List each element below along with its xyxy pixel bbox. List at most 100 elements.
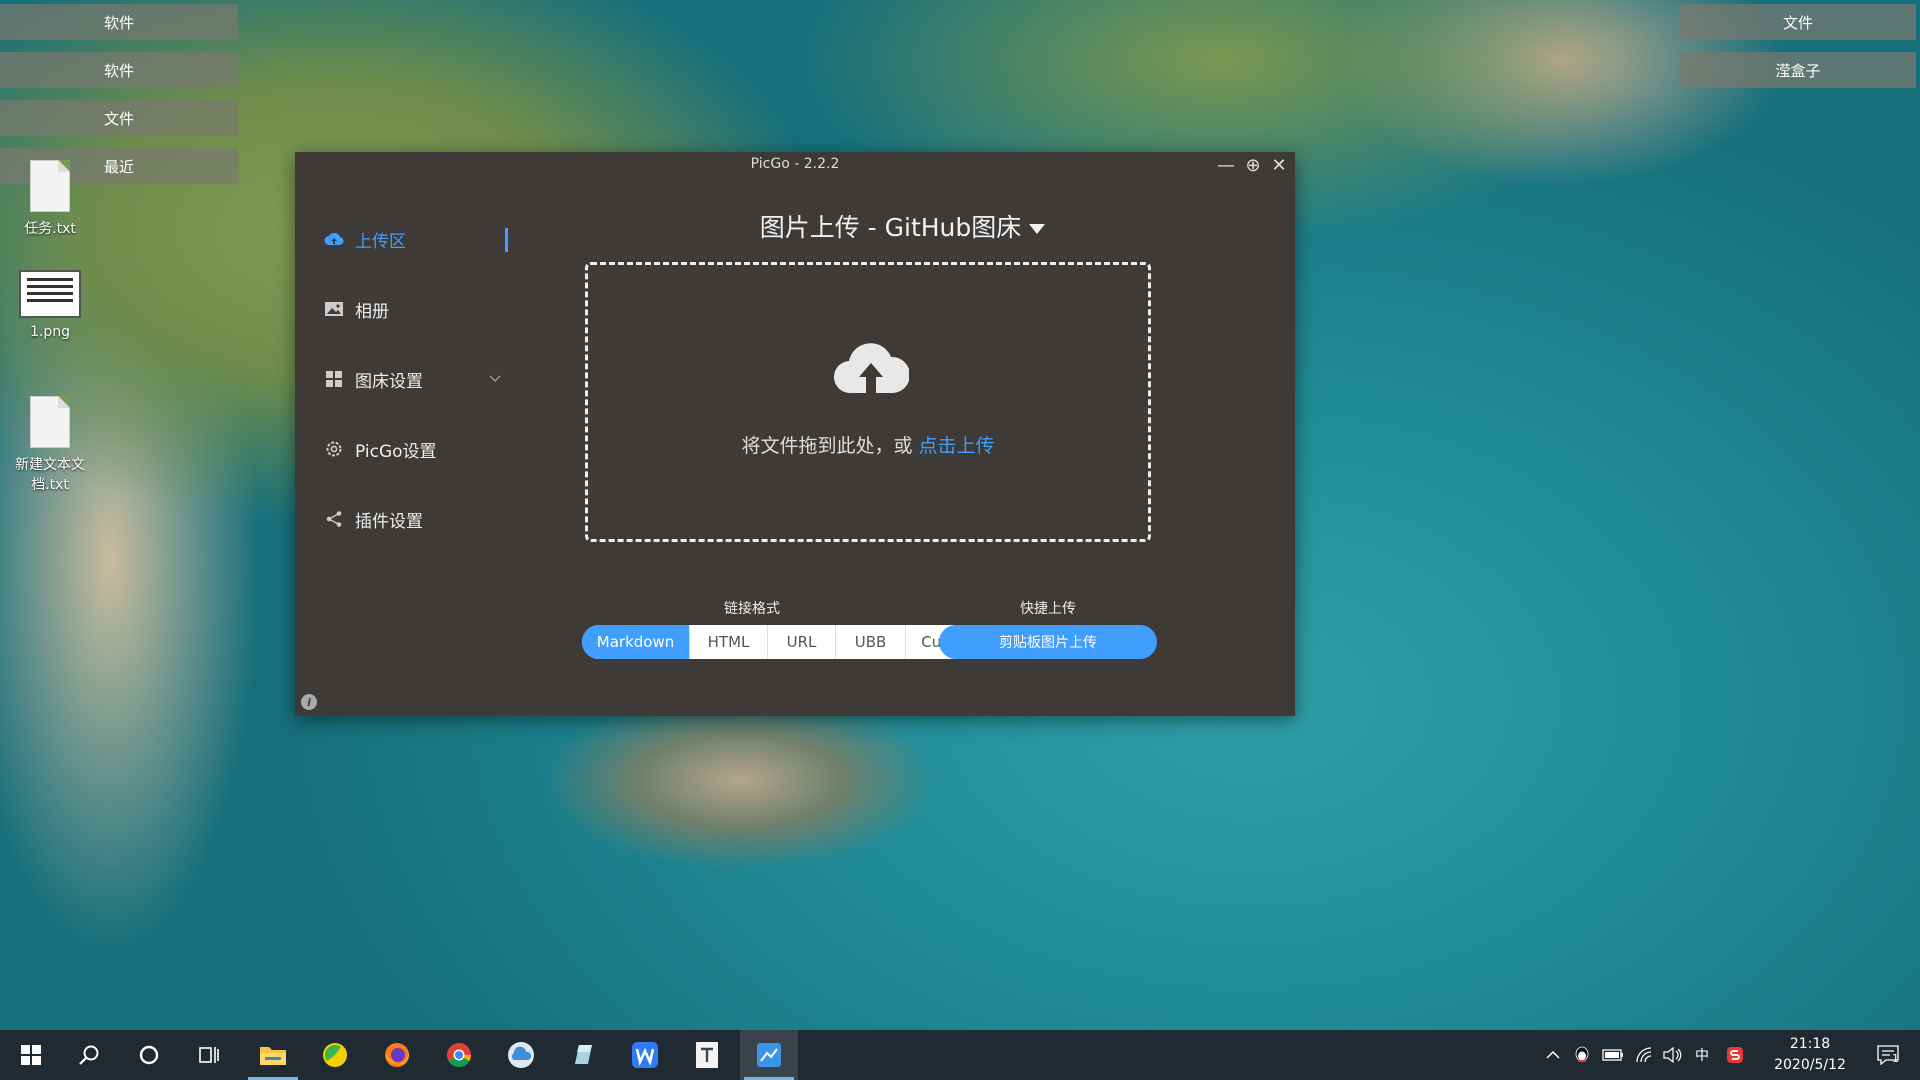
text-file-icon bbox=[30, 160, 70, 212]
clock-time: 21:18 bbox=[1789, 1036, 1831, 1052]
text-file-icon bbox=[30, 396, 70, 448]
sidebar-item-upload[interactable]: 上传区 bbox=[323, 224, 503, 254]
active-indicator bbox=[505, 228, 508, 252]
format-option-ubb[interactable]: UBB bbox=[836, 625, 906, 659]
clock-date: 2020/5/12 bbox=[1774, 1057, 1846, 1073]
taskbar-clock[interactable]: 21:18 2020/5/12 bbox=[1760, 1034, 1860, 1076]
drop-instruction: 将文件拖到此处，或 点击上传 bbox=[588, 431, 1148, 458]
sidebar-item-album[interactable]: 相册 bbox=[323, 294, 503, 324]
link-format-selector: Markdown HTML URL UBB Custom bbox=[582, 625, 994, 659]
app-circle-icon bbox=[323, 1043, 347, 1067]
desktop-icon-task-txt[interactable]: 任务.txt bbox=[0, 160, 100, 238]
format-option-html[interactable]: HTML bbox=[690, 625, 768, 659]
sidebar-item-label: 相册 bbox=[355, 301, 389, 322]
battery-icon bbox=[1602, 1049, 1623, 1061]
task-view-button[interactable] bbox=[180, 1030, 238, 1080]
taskbar-firefox[interactable] bbox=[368, 1030, 426, 1080]
desktop-icon-1-png[interactable]: 1.png bbox=[0, 270, 100, 340]
sidebar-item-label: 插件设置 bbox=[355, 511, 423, 532]
quick-upload-label: 快捷上传 bbox=[1020, 601, 1076, 617]
format-option-markdown[interactable]: Markdown bbox=[582, 625, 690, 659]
upload-heading: 图片上传 - GitHub图床 bbox=[510, 208, 1295, 244]
image-icon bbox=[323, 301, 345, 317]
taskbar-cloud-app[interactable] bbox=[492, 1030, 550, 1080]
taskbar-wps-writer[interactable] bbox=[616, 1030, 674, 1080]
upload-area: 图片上传 - GitHub图床 将文件拖到此处，或 点击上传 链接格式 Mark… bbox=[510, 178, 1295, 716]
chrome-icon bbox=[447, 1043, 471, 1068]
drop-zone[interactable]: 将文件拖到此处，或 点击上传 bbox=[585, 262, 1151, 542]
taskbar-typora[interactable] bbox=[678, 1030, 736, 1080]
upload-heading-text: 图片上传 - GitHub图床 bbox=[759, 213, 1022, 242]
cloud-upload-icon bbox=[323, 231, 345, 247]
taskbar-app-green[interactable] bbox=[306, 1030, 364, 1080]
desktop-icon-label: 新建文本文档.txt bbox=[15, 457, 85, 493]
desktop-label-software-1[interactable]: 软件 bbox=[0, 4, 238, 40]
chevron-down-icon bbox=[489, 371, 501, 387]
tray-volume[interactable] bbox=[1660, 1030, 1684, 1080]
search-icon bbox=[79, 1045, 99, 1065]
sidebar-item-picbed-settings[interactable]: 图床设置 bbox=[323, 364, 503, 394]
picgo-icon bbox=[757, 1043, 781, 1067]
firefox-icon bbox=[385, 1043, 409, 1067]
search-button[interactable] bbox=[60, 1030, 118, 1080]
folder-icon bbox=[260, 1047, 286, 1065]
window-title: PicGo - 2.2.2 bbox=[750, 156, 840, 172]
tray-qq[interactable] bbox=[1570, 1030, 1594, 1080]
title-bar[interactable]: PicGo - 2.2.2 — ⊕ ✕ bbox=[295, 152, 1295, 178]
desktop-icon-new-txt[interactable]: 新建文本文档.txt bbox=[0, 396, 100, 494]
link-format-label: 链接格式 bbox=[724, 601, 780, 617]
gear-icon bbox=[323, 439, 345, 459]
cloud-upload-icon bbox=[833, 337, 911, 401]
sidebar-item-plugin-settings[interactable]: 插件设置 bbox=[323, 504, 503, 534]
sidebar: 上传区 相册 图床设置 PicGo设置 插件设置 i bbox=[295, 178, 510, 716]
taskbar-app-glass[interactable] bbox=[554, 1030, 612, 1080]
maximize-button[interactable]: ⊕ bbox=[1241, 154, 1265, 176]
sogou-input-icon bbox=[1727, 1047, 1743, 1063]
desktop-label-files[interactable]: 文件 bbox=[0, 100, 238, 136]
taskbar: 中 21:18 2020/5/12 1 bbox=[0, 1030, 1920, 1080]
click-upload-link[interactable]: 点击上传 bbox=[919, 435, 995, 457]
notification-count: 1 bbox=[1892, 1052, 1899, 1065]
typora-icon bbox=[696, 1042, 718, 1068]
caret-down-icon[interactable] bbox=[1029, 224, 1046, 234]
close-button[interactable]: ✕ bbox=[1267, 154, 1291, 176]
sidebar-item-label: 上传区 bbox=[355, 231, 406, 252]
desktop-label-software-2[interactable]: 软件 bbox=[0, 52, 238, 88]
start-button[interactable] bbox=[2, 1030, 60, 1080]
qq-penguin-icon bbox=[1575, 1046, 1589, 1062]
minimize-button[interactable]: — bbox=[1214, 154, 1238, 176]
task-view-icon bbox=[199, 1047, 219, 1063]
action-center-button[interactable]: 1 bbox=[1868, 1030, 1908, 1080]
cloud-icon bbox=[508, 1042, 534, 1068]
desktop-icon-label: 任务.txt bbox=[24, 221, 76, 237]
speaker-icon bbox=[1663, 1047, 1682, 1063]
cortana-circle-icon bbox=[139, 1045, 159, 1065]
wps-writer-icon bbox=[632, 1042, 658, 1068]
chevron-up-icon bbox=[1546, 1050, 1560, 1059]
format-option-url[interactable]: URL bbox=[768, 625, 836, 659]
tray-ime[interactable]: 中 bbox=[1690, 1030, 1714, 1080]
grid-icon bbox=[323, 370, 345, 388]
tray-sogou[interactable] bbox=[1722, 1030, 1748, 1080]
taskbar-picgo[interactable] bbox=[740, 1030, 798, 1080]
desktop-label-box[interactable]: 滢盒子 bbox=[1680, 52, 1916, 88]
sidebar-item-label: PicGo设置 bbox=[355, 441, 437, 462]
windows-logo-icon bbox=[21, 1045, 41, 1065]
info-icon[interactable]: i bbox=[301, 694, 317, 710]
drop-text: 将文件拖到此处，或 bbox=[741, 435, 919, 457]
tray-wifi[interactable] bbox=[1632, 1030, 1656, 1080]
taskbar-file-explorer[interactable] bbox=[244, 1030, 302, 1080]
cortana-button[interactable] bbox=[120, 1030, 178, 1080]
sidebar-item-label: 图床设置 bbox=[355, 371, 423, 392]
glass-icon bbox=[575, 1045, 592, 1064]
share-icon bbox=[323, 510, 345, 528]
image-file-icon bbox=[19, 270, 81, 318]
sidebar-item-picgo-settings[interactable]: PicGo设置 bbox=[323, 434, 503, 464]
desktop-label-files-right[interactable]: 文件 bbox=[1680, 4, 1916, 40]
picgo-window: PicGo - 2.2.2 — ⊕ ✕ 上传区 相册 图床设置 PicGo设置 … bbox=[295, 152, 1295, 716]
taskbar-chrome[interactable] bbox=[430, 1030, 488, 1080]
wifi-icon bbox=[1636, 1047, 1652, 1063]
tray-battery[interactable] bbox=[1600, 1030, 1626, 1080]
clipboard-upload-button[interactable]: 剪贴板图片上传 bbox=[939, 625, 1157, 659]
tray-show-hidden[interactable] bbox=[1542, 1030, 1564, 1080]
